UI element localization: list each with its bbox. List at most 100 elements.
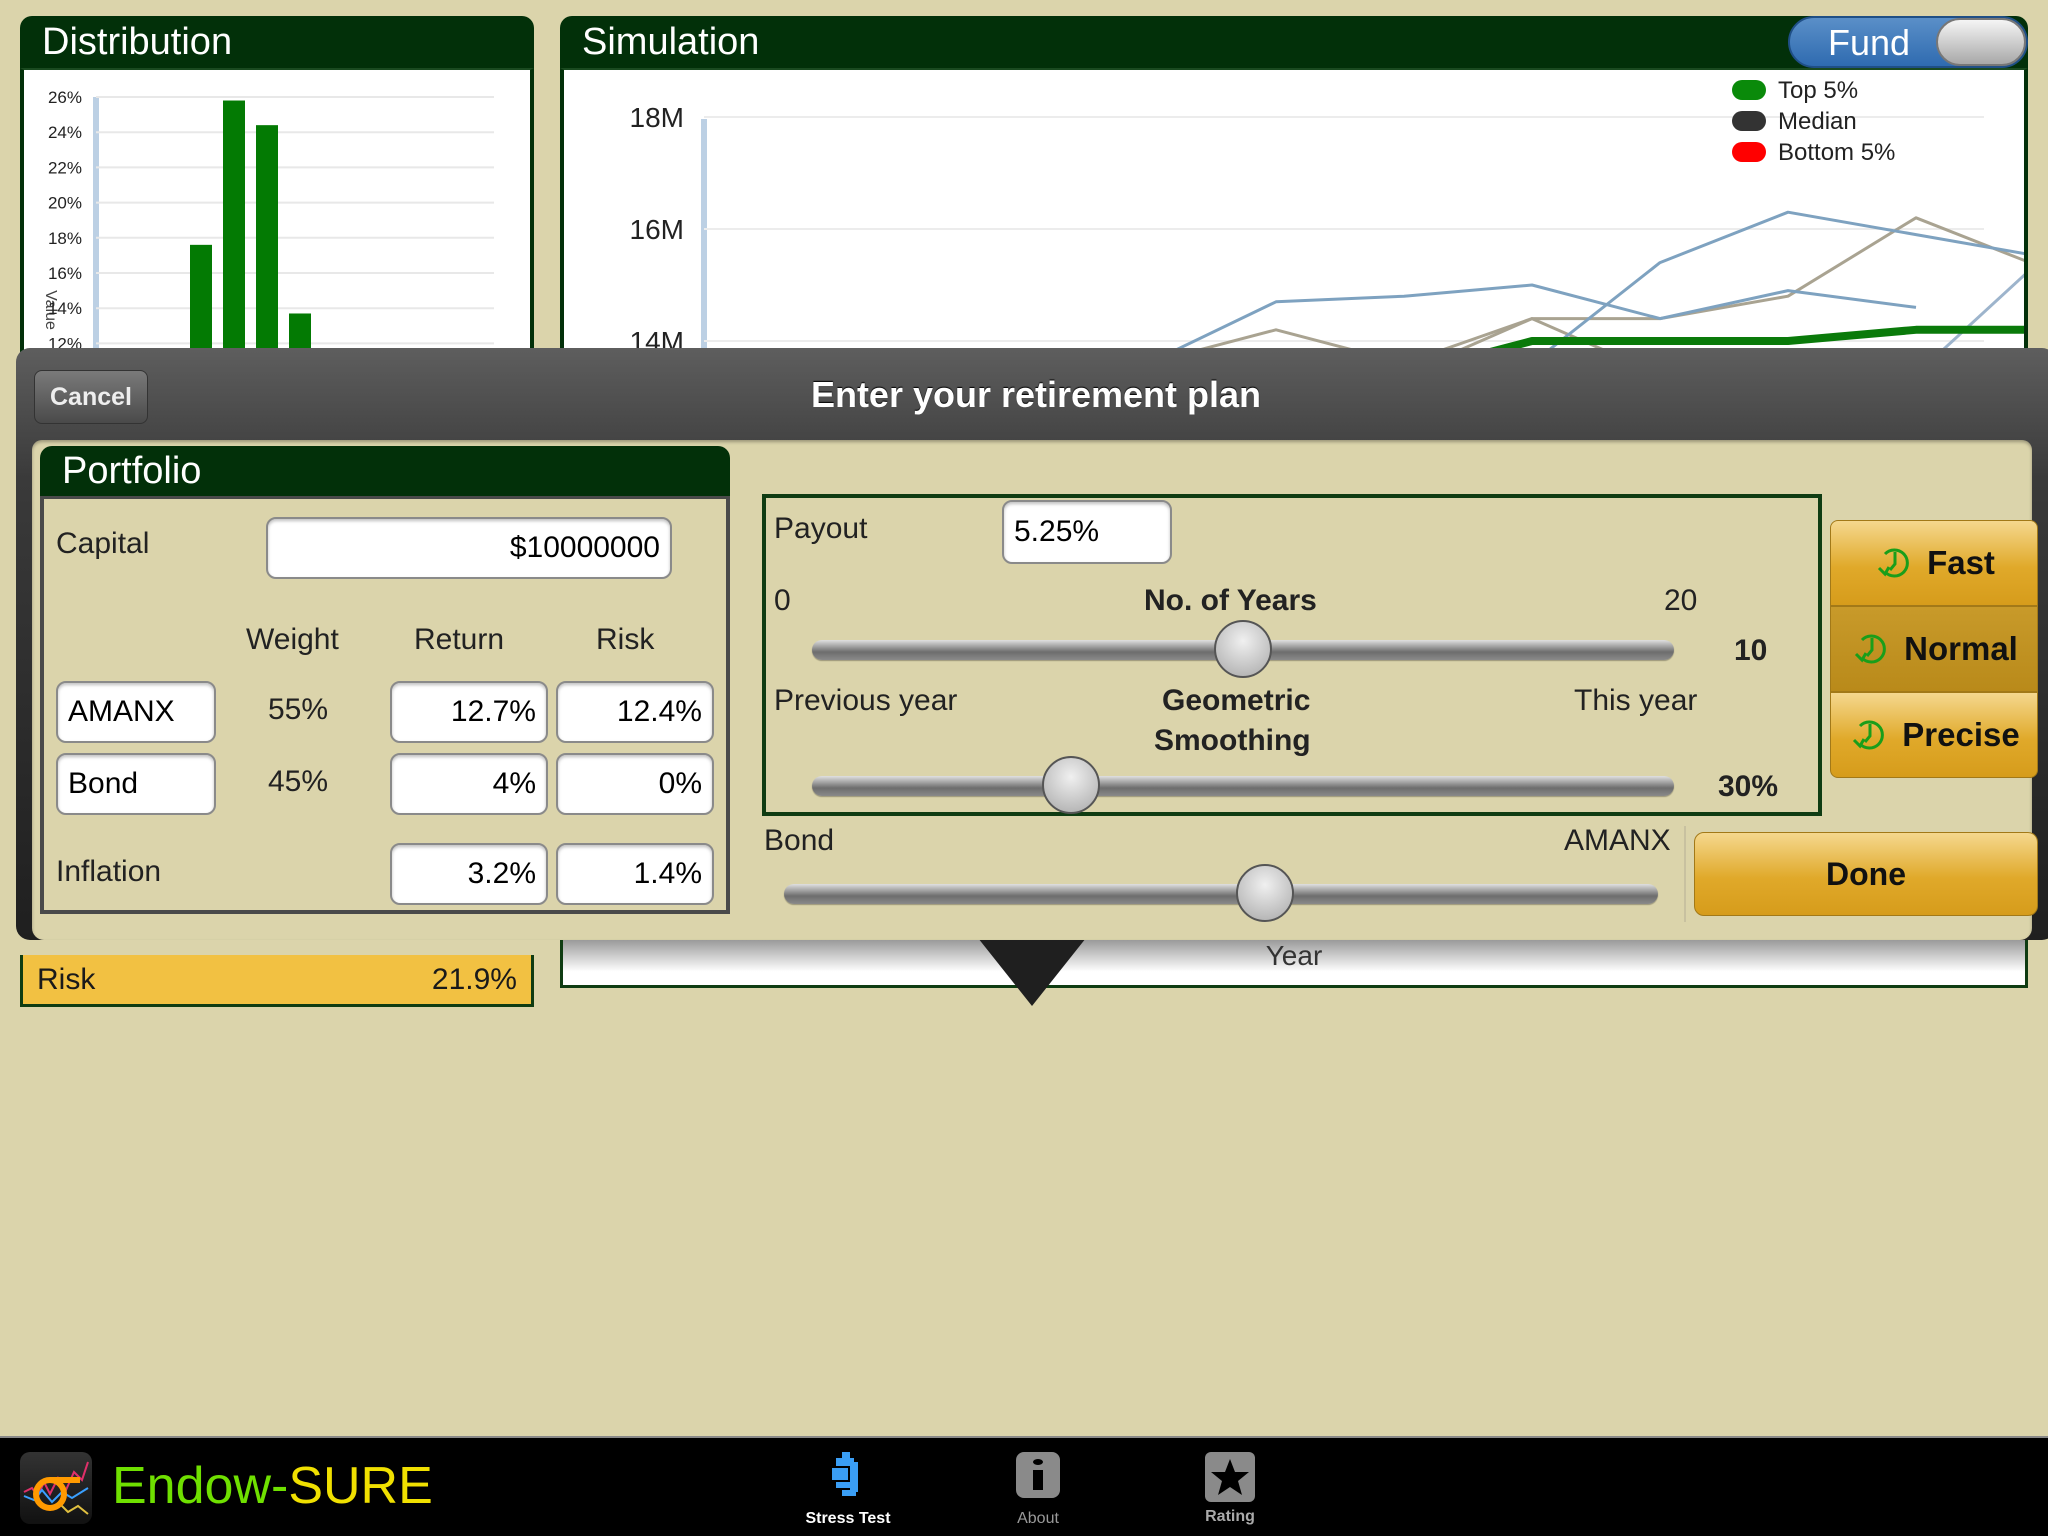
tab-rating-label: Rating	[1205, 1508, 1255, 1525]
legend-label: Bottom 5%	[1778, 139, 1895, 166]
asset-weight-amanx: 55%	[268, 693, 329, 726]
popover-arrow	[978, 938, 1086, 1006]
asset-weight-bond: 45%	[268, 765, 329, 798]
clock-icon	[1855, 634, 1886, 664]
popover-title: Enter your retirement plan	[810, 374, 1262, 415]
app-name-part2: SURE	[288, 1457, 433, 1515]
y-axis-line	[701, 119, 707, 356]
fund-toggle-knob[interactable]	[1936, 18, 2026, 66]
years-slider-thumb[interactable]	[1214, 620, 1272, 678]
years-max-label: 20	[1664, 584, 1698, 617]
simulation-series-line	[1538, 210, 2024, 356]
allocation-slider-thumb[interactable]	[1235, 864, 1294, 922]
legend-label: Top 5%	[1778, 77, 1858, 104]
inflation-label: Inflation	[56, 855, 162, 888]
stress-test-icon	[832, 1452, 858, 1496]
weight-header: Weight	[246, 623, 339, 656]
legend-swatch	[1732, 80, 1766, 100]
y-tick-label: 18%	[48, 229, 82, 248]
risk-summary: Risk 21.9%	[20, 955, 534, 1007]
tab-stress-test[interactable]: Stress Test	[788, 1450, 908, 1534]
inflation-return-input[interactable]: 3.2%	[390, 843, 548, 905]
allocation-slider[interactable]	[784, 864, 1658, 922]
simulation-xlabel: Year	[1265, 940, 1323, 971]
speed-fast-button[interactable]: Fast	[1830, 520, 2038, 606]
capital-label: Capital	[56, 527, 150, 560]
risk-summary-value: 21.9%	[431, 963, 517, 996]
clock-icon	[1853, 720, 1885, 750]
y-axis-line	[93, 97, 99, 356]
asset-risk-input-bond[interactable]: 0%	[556, 753, 714, 815]
distribution-chart-area: Value 12% 14% 16% 18% 20% 22% 24% 26%	[20, 68, 534, 356]
capital-input[interactable]: $10000000	[266, 517, 672, 579]
speed-normal-button[interactable]: Normal	[1830, 606, 2038, 692]
smoothing-max-label: This year	[1574, 684, 1698, 717]
inflation-risk-input[interactable]: 1.4%	[556, 843, 714, 905]
asset-name-input-amanx[interactable]: AMANX	[56, 681, 216, 743]
risk-header: Risk	[596, 623, 655, 656]
speed-precise-label: Precise	[1902, 716, 2020, 753]
y-tick-label: 24%	[48, 123, 82, 142]
portfolio-section: Capital $10000000 Weight Return Risk AMA…	[40, 496, 730, 914]
star-icon	[1205, 1452, 1255, 1502]
legend-swatch	[1732, 111, 1766, 131]
risk-summary-label: Risk	[37, 963, 96, 996]
app-name: Endow-SURE	[112, 1456, 433, 1516]
legend-label: Median	[1778, 108, 1857, 135]
distribution-bar	[190, 244, 212, 356]
portfolio-title: Portfolio	[40, 446, 730, 496]
tab-about-label: About	[1017, 1510, 1059, 1527]
years-min-label: 0	[774, 584, 791, 617]
asset-risk-input-amanx[interactable]: 12.4%	[556, 681, 714, 743]
divider	[1684, 826, 1686, 922]
legend-swatch	[1732, 142, 1766, 162]
allocation-min-label: Bond	[764, 824, 835, 857]
years-value: 10	[1734, 634, 1768, 667]
simulation-settings: Payout 5.25% 0 No. of Years 20 10 Previo…	[762, 494, 1822, 816]
speed-fast-label: Fast	[1927, 544, 1995, 581]
allocation-max-label: AMANX	[1564, 824, 1671, 857]
payout-label: Payout	[774, 512, 868, 545]
smoothing-min-label: Previous year	[774, 684, 958, 717]
y-tick-label: 16M	[630, 214, 684, 245]
simulation-chart: 14M16M18MTop 5%MedianBottom 5%	[630, 77, 2024, 356]
years-slider[interactable]	[812, 620, 1674, 678]
distribution-bar	[223, 100, 245, 356]
return-header: Return	[414, 623, 505, 656]
payout-input[interactable]: 5.25%	[1002, 500, 1172, 564]
speed-precise-button[interactable]: Precise	[1830, 692, 2038, 778]
distribution-chart: Value 12%14%16%18%20%22%24%26%	[42, 88, 494, 356]
smoothing-slider-thumb[interactable]	[1041, 756, 1100, 814]
fund-toggle[interactable]: Fund	[1788, 16, 2028, 68]
smoothing-slider[interactable]	[812, 756, 1674, 814]
distribution-panel: Distribution Value 12% 14% 16% 18% 20% 22% 24%…	[20, 16, 534, 356]
simulation-xaxis-strip: Year	[560, 940, 2028, 988]
done-button[interactable]: Done	[1694, 832, 2038, 916]
simulation-panel: Simulation Fund 14M 16M 18M Top 5% Median Bot…	[560, 16, 2028, 356]
y-tick-label: 18M	[630, 102, 684, 133]
simulation-chart-area: 14M 16M 18M Top 5% Median Bottom 5%	[560, 68, 2028, 356]
asset-return-input-bond[interactable]: 4%	[390, 753, 548, 815]
speed-normal-label: Normal	[1904, 630, 2018, 667]
y-tick-label: 26%	[48, 88, 82, 107]
distribution-title: Distribution	[20, 16, 534, 68]
y-tick-label: 16%	[48, 264, 82, 283]
tab-stress-test-label: Stress Test	[805, 1510, 891, 1527]
tab-about[interactable]: About	[978, 1450, 1098, 1534]
y-tick-label: 14%	[48, 299, 82, 318]
smoothing-label-line2: Smoothing	[1154, 724, 1311, 757]
smoothing-label-line1: Geometric	[1162, 684, 1311, 717]
retirement-plan-popover: Cancel Enter your retirement plan Portfo…	[16, 348, 2048, 940]
years-slider-label: No. of Years	[1144, 584, 1317, 617]
y-tick-label: 22%	[48, 158, 82, 177]
app-name-part1: Endow-	[112, 1457, 289, 1515]
popover-content: Portfolio Capital $10000000 Weight Retur…	[32, 440, 2038, 940]
asset-name-input-bond[interactable]: Bond	[56, 753, 216, 815]
fund-toggle-label: Fund	[1828, 22, 1911, 63]
asset-return-input-amanx[interactable]: 12.7%	[390, 681, 548, 743]
info-icon	[1016, 1452, 1060, 1498]
simulation-series-line	[1159, 283, 1917, 356]
app-logo-icon	[20, 1452, 92, 1524]
tab-rating[interactable]: Rating	[1170, 1450, 1290, 1534]
distribution-bar	[256, 125, 278, 356]
